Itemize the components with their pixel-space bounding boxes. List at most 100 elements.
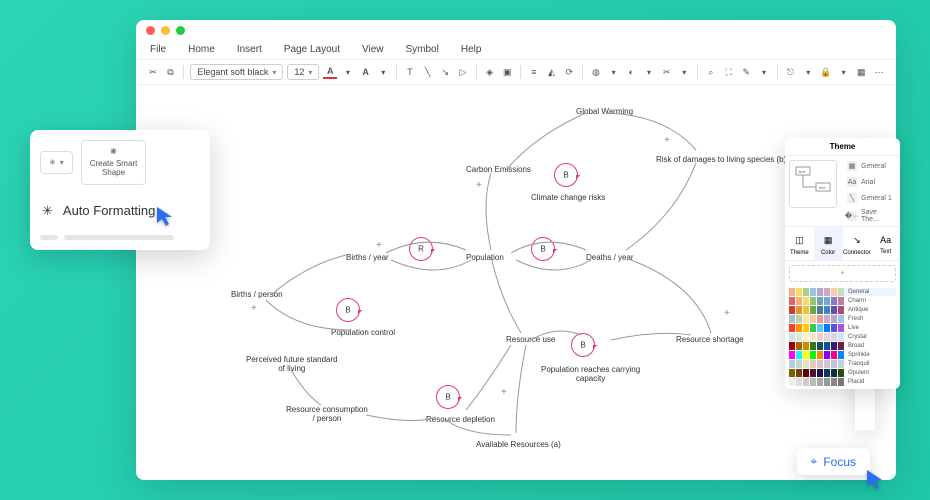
rotate-icon[interactable]: ⟳ — [562, 65, 576, 79]
adjust-icon[interactable]: ◐ — [624, 65, 638, 79]
auto-formatting-button[interactable]: ✳ Auto Formatting — [40, 197, 200, 225]
node-pop[interactable]: Population — [466, 253, 504, 262]
add-palette-button[interactable]: + — [789, 265, 896, 282]
loop-b1: B — [531, 237, 555, 261]
smart-shape-popup: ✳▾ ❋ Create Smart Shape ✳ Auto Formattin… — [30, 130, 210, 250]
group-icon[interactable]: ▣ — [500, 65, 514, 79]
menu-insert[interactable]: Insert — [237, 44, 262, 55]
menu-page-layout[interactable]: Page Layout — [284, 44, 340, 55]
layers-icon[interactable]: ◈ — [483, 65, 497, 79]
focus-button[interactable]: ⌖ Focus — [797, 448, 870, 475]
toolbar: ✂ ⧉ Elegant soft black▾ 12▾ A ▾ A ▾ T ╲ … — [136, 59, 896, 85]
app-window: FileHomeInsertPage LayoutViewSymbolHelp … — [136, 20, 896, 480]
cut-icon[interactable]: ✂ — [146, 65, 160, 79]
focus-icon: ⌖ — [811, 454, 818, 469]
expand-icon[interactable]: ⛶ — [722, 65, 736, 79]
palette-broad[interactable]: Broad — [789, 342, 896, 350]
link-icon[interactable]: ⎋ — [784, 65, 798, 79]
tab-theme[interactable]: ◫Theme — [785, 227, 814, 260]
menu-file[interactable]: File — [150, 44, 166, 55]
pointer-tool-icon[interactable]: ▷ — [456, 65, 470, 79]
tab-connector[interactable]: ↘Connector — [843, 227, 872, 260]
svg-text:text: text — [819, 185, 826, 190]
palette-fresh[interactable]: Fresh — [789, 315, 896, 323]
size-select[interactable]: 12▾ — [287, 64, 319, 80]
sparkle-button[interactable]: ✳▾ — [40, 151, 73, 174]
theme-opt[interactable]: ▦General — [841, 158, 900, 174]
search-icon[interactable]: ⌕ — [704, 65, 718, 79]
node-ce[interactable]: Carbon Emissions — [466, 165, 531, 174]
node-rcp[interactable]: Resource consumption / person — [286, 405, 368, 423]
svg-text:text: text — [799, 169, 806, 174]
grid-icon[interactable]: ▦ — [854, 65, 868, 79]
theme-tabs: ◫Theme ▦Color ↘Connector AaText — [785, 226, 900, 261]
loop-b2: B — [554, 163, 578, 187]
sparkle-icon: ✳ — [42, 203, 53, 219]
text-tool-icon[interactable]: T — [403, 65, 417, 79]
max-dot[interactable] — [176, 26, 185, 35]
line-tool-icon[interactable]: ╲ — [421, 65, 435, 79]
min-dot[interactable] — [161, 26, 170, 35]
node-pc[interactable]: Population control — [331, 328, 395, 337]
palette-general[interactable]: General — [789, 288, 896, 296]
theme-opt[interactable]: ╲General 1 — [841, 190, 900, 206]
tab-color[interactable]: ▦Color — [814, 227, 843, 260]
palette-crystal[interactable]: Crystal — [789, 333, 896, 341]
loop-b5: B — [571, 333, 595, 357]
loop-r: R — [409, 237, 433, 261]
color-palettes: GeneralCharmAntiqueFreshLiveCrystalBroad… — [785, 286, 900, 389]
theme-opt[interactable]: �···Save The... — [841, 206, 900, 226]
theme-title: Theme — [785, 138, 900, 156]
node-ru[interactable]: Resource use — [506, 335, 555, 344]
fill-icon[interactable]: ◍ — [589, 65, 603, 79]
more-icon[interactable]: ⋯ — [872, 65, 886, 79]
theme-opt[interactable]: AaArial — [841, 174, 900, 190]
menu-view[interactable]: View — [362, 44, 384, 55]
lock-icon[interactable]: 🔒 — [819, 65, 833, 79]
node-by[interactable]: Births / year — [346, 253, 389, 262]
theme-panel: Theme text text ▦GeneralAaArial╲General 1… — [785, 138, 900, 389]
flower-icon: ❋ — [110, 147, 117, 156]
cursor-icon — [865, 468, 885, 490]
create-smart-shape-button[interactable]: ❋ Create Smart Shape — [81, 140, 147, 185]
theme-preview[interactable]: text text — [789, 160, 837, 208]
palette-sprinkle[interactable]: Sprinkle — [789, 351, 896, 359]
menu-help[interactable]: Help — [461, 44, 482, 55]
node-pfs[interactable]: Perceived future standard of living — [246, 355, 338, 373]
font-color-icon[interactable]: A — [323, 65, 337, 79]
copy-icon[interactable]: ⧉ — [164, 65, 178, 79]
canvas[interactable]: Global Warming Carbon Emissions Climate … — [136, 85, 896, 473]
titlebar — [136, 20, 896, 40]
cursor-icon — [155, 205, 175, 227]
node-rd[interactable]: Resource depletion — [426, 415, 495, 424]
menu-home[interactable]: Home — [188, 44, 215, 55]
palette-live[interactable]: Live — [789, 324, 896, 332]
triangle-icon[interactable]: ◭ — [545, 65, 559, 79]
edit-icon[interactable]: ✎ — [739, 65, 753, 79]
palette-antique[interactable]: Antique — [789, 306, 896, 314]
node-ccr[interactable]: Climate change risks — [531, 193, 605, 202]
node-ar[interactable]: Available Resources (a) — [476, 440, 561, 449]
node-prc[interactable]: Population reaches carrying capacity — [541, 365, 640, 383]
node-risk[interactable]: Risk of damages to living species (b) — [656, 155, 786, 164]
align-left-icon[interactable]: ≡ — [527, 65, 541, 79]
palette-tranquil[interactable]: Tranquil — [789, 360, 896, 368]
palette-opulent[interactable]: Opulent — [789, 369, 896, 377]
loop-b3: B — [336, 298, 360, 322]
palette-placid[interactable]: Placid — [789, 378, 896, 386]
tab-text[interactable]: AaText — [871, 227, 900, 260]
menu-symbol[interactable]: Symbol — [406, 44, 439, 55]
crop-icon[interactable]: ✂ — [660, 65, 674, 79]
bold-icon[interactable]: A — [359, 65, 373, 79]
palette-charm[interactable]: Charm — [789, 297, 896, 305]
node-rs[interactable]: Resource shortage — [676, 335, 744, 344]
font-select[interactable]: Elegant soft black▾ — [190, 64, 283, 80]
loop-b4: B — [436, 385, 460, 409]
menubar: File Home Insert Page Layout View Symbol Help — [136, 40, 896, 59]
close-dot[interactable] — [146, 26, 155, 35]
node-dy[interactable]: Deaths / year — [586, 253, 634, 262]
connector-tool-icon[interactable]: ↘ — [438, 65, 452, 79]
node-gw[interactable]: Global Warming — [576, 107, 633, 116]
node-bp[interactable]: Births / person — [231, 290, 283, 299]
sparkle-icon: ✳ — [49, 158, 56, 167]
